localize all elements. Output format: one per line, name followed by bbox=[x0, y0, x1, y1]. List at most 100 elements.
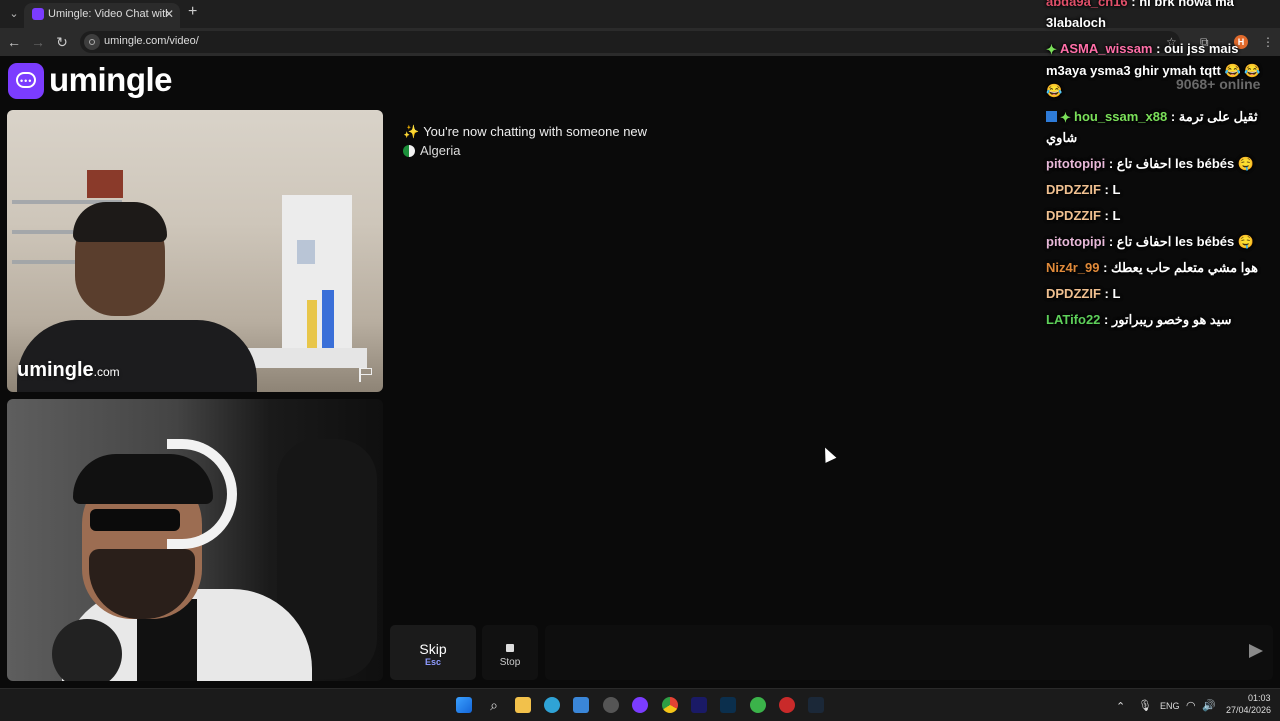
stop-button[interactable]: Stop bbox=[482, 625, 538, 680]
chat-user: hou_ssam_x88 bbox=[1074, 109, 1168, 124]
os-taskbar: ⌕ ⌃ 🎙 ENG ◠ 🔊 01:03 27/04/2026 bbox=[0, 688, 1280, 721]
send-icon[interactable] bbox=[1249, 644, 1263, 658]
stranger-hair bbox=[73, 202, 167, 242]
chat-line: m3aya ysma3 ghir ymah tqtt 😂 😂 bbox=[1046, 63, 1260, 79]
chat-line: abda9a_ch16 : hi brk howa ma bbox=[1046, 0, 1234, 9]
reload-icon[interactable]: ↻ bbox=[54, 34, 70, 51]
stop-icon bbox=[506, 644, 514, 652]
back-icon[interactable]: ← bbox=[6, 34, 22, 50]
microphone-icon[interactable]: 🎙 bbox=[1138, 699, 1152, 712]
message-input[interactable] bbox=[545, 625, 1273, 680]
chat-text: 😂 bbox=[1046, 83, 1063, 98]
chat-text: احفاف تاع les bébés 🤤 bbox=[1116, 234, 1255, 249]
chat-line: DPDZZIF : L bbox=[1046, 182, 1121, 197]
obs-record-icon[interactable] bbox=[779, 697, 795, 713]
chat-user: pitotopipi bbox=[1046, 156, 1106, 171]
file-explorer-icon[interactable] bbox=[515, 697, 531, 713]
skip-label: Skip bbox=[419, 641, 447, 657]
site-info-icon[interactable] bbox=[84, 34, 100, 50]
clock-date[interactable]: 27/04/2026 bbox=[1226, 705, 1271, 715]
stop-label: Stop bbox=[499, 657, 521, 668]
chat-text: 3labaloch bbox=[1046, 15, 1106, 30]
steam-icon[interactable] bbox=[808, 697, 824, 713]
new-tab-icon[interactable]: + bbox=[188, 3, 197, 21]
green-diamond-icon: ✦ bbox=[1046, 42, 1057, 57]
watermark-suffix: .com bbox=[93, 365, 120, 379]
github-icon[interactable] bbox=[603, 697, 619, 713]
headset bbox=[167, 439, 237, 549]
chat-user: DPDZZIF bbox=[1046, 208, 1101, 223]
chat-text: oui jss mais bbox=[1164, 41, 1239, 56]
bottle bbox=[322, 290, 334, 350]
algeria-flag-icon bbox=[403, 145, 415, 157]
twitch-icon[interactable] bbox=[632, 697, 648, 713]
wifi-icon[interactable]: ◠ bbox=[1186, 699, 1196, 712]
green-diamond-icon: ✦ bbox=[1060, 110, 1071, 125]
umingle-logo-icon[interactable]: ••• bbox=[8, 63, 44, 99]
chat-user: Niz4r_99 bbox=[1046, 260, 1100, 275]
chat-line: pitotopipi : احفاف تاع les bébés 🤤 bbox=[1046, 234, 1255, 249]
skip-button[interactable]: Skip Esc bbox=[390, 625, 476, 680]
chat-text: سيد هو وخصو ريبراتور bbox=[1111, 312, 1232, 327]
umingle-watermark: umingle.com bbox=[17, 359, 120, 382]
stranger-video: umingle.com bbox=[7, 110, 383, 392]
sparkle-icon: ✨ bbox=[403, 124, 420, 139]
chat-user: DPDZZIF bbox=[1046, 286, 1101, 301]
clock-time[interactable]: 01:03 bbox=[1248, 693, 1271, 703]
utorrent-icon[interactable] bbox=[750, 697, 766, 713]
self-video bbox=[7, 399, 383, 681]
chat-text: m3aya ysma3 ghir ymah tqtt 😂 😂 bbox=[1046, 63, 1261, 78]
jar bbox=[297, 240, 315, 264]
watermark-main: umingle bbox=[17, 359, 94, 381]
url-text: umingle.com/video/ bbox=[104, 35, 199, 47]
chat-text: L bbox=[1112, 286, 1121, 301]
tray-chevron-icon[interactable]: ⌃ bbox=[1116, 700, 1125, 713]
microphone bbox=[52, 619, 122, 681]
chat-text: ثقيل على ترمة bbox=[1178, 109, 1258, 124]
chat-user: ASMA_wissam bbox=[1060, 41, 1153, 56]
white-cabinet bbox=[282, 195, 352, 355]
red-box bbox=[87, 170, 123, 198]
tab-close-icon[interactable]: ✕ bbox=[164, 7, 174, 21]
blue-badge-icon bbox=[1046, 111, 1057, 122]
chat-line: Niz4r_99 : هوا مشي متعلم حاب يعطك bbox=[1046, 260, 1258, 275]
chat-line: DPDZZIF : L bbox=[1046, 208, 1121, 223]
search-icon[interactable]: ⌕ bbox=[486, 697, 502, 713]
chat-text: hi brk howa ma bbox=[1139, 0, 1234, 9]
address-bar[interactable]: umingle.com/video/ bbox=[80, 31, 1180, 53]
report-flag-icon[interactable] bbox=[359, 368, 373, 382]
volume-icon[interactable]: 🔊 bbox=[1202, 699, 1216, 712]
photoshop-icon[interactable] bbox=[720, 697, 736, 713]
stream-chat-overlay: abda9a_ch16 : hi brk howa ma 3labaloch ✦… bbox=[1040, 0, 1280, 340]
chat-line: DPDZZIF : L bbox=[1046, 286, 1121, 301]
chat-line: ✦ hou_ssam_x88 : ثقيل على ترمة bbox=[1046, 109, 1258, 125]
store-icon[interactable] bbox=[573, 697, 589, 713]
chat-line: 😂 bbox=[1046, 83, 1062, 99]
chat-text: شاوي bbox=[1046, 130, 1078, 145]
chat-user: DPDZZIF bbox=[1046, 182, 1101, 197]
chat-line: pitotopipi : احفاف تاع les bébés 🤤 bbox=[1046, 156, 1255, 171]
chat-user: pitotopipi bbox=[1046, 234, 1106, 249]
stranger-country: Algeria bbox=[403, 143, 460, 158]
tab-search-icon[interactable]: ⌄ bbox=[6, 6, 22, 22]
chrome-icon[interactable] bbox=[662, 697, 678, 713]
language-indicator[interactable]: ENG bbox=[1160, 701, 1180, 711]
skip-shortcut: Esc bbox=[424, 657, 441, 667]
chat-user: abda9a_ch16 bbox=[1046, 0, 1128, 9]
chat-text: هوا مشي متعلم حاب يعطك bbox=[1111, 260, 1258, 275]
mouse-cursor-icon bbox=[819, 445, 837, 463]
site-logo-text[interactable]: umingle bbox=[49, 61, 173, 99]
edge-icon[interactable] bbox=[544, 697, 560, 713]
chat-text: L bbox=[1112, 182, 1121, 197]
chat-user: LATifo22 bbox=[1046, 312, 1101, 327]
browser-tab[interactable]: Umingle: Video Chat with St ✕ bbox=[24, 3, 180, 28]
windows-start-icon[interactable] bbox=[456, 697, 472, 713]
chat-text: L bbox=[1112, 208, 1121, 223]
premiere-icon[interactable] bbox=[691, 697, 707, 713]
chat-line: 3labaloch bbox=[1046, 15, 1106, 30]
tab-title: Umingle: Video Chat with St bbox=[48, 8, 168, 20]
forward-icon[interactable]: → bbox=[30, 34, 46, 50]
bottle bbox=[307, 300, 317, 350]
tab-favicon-icon bbox=[32, 8, 44, 20]
chat-line: LATifo22 : سيد هو وخصو ريبراتور bbox=[1046, 312, 1232, 327]
